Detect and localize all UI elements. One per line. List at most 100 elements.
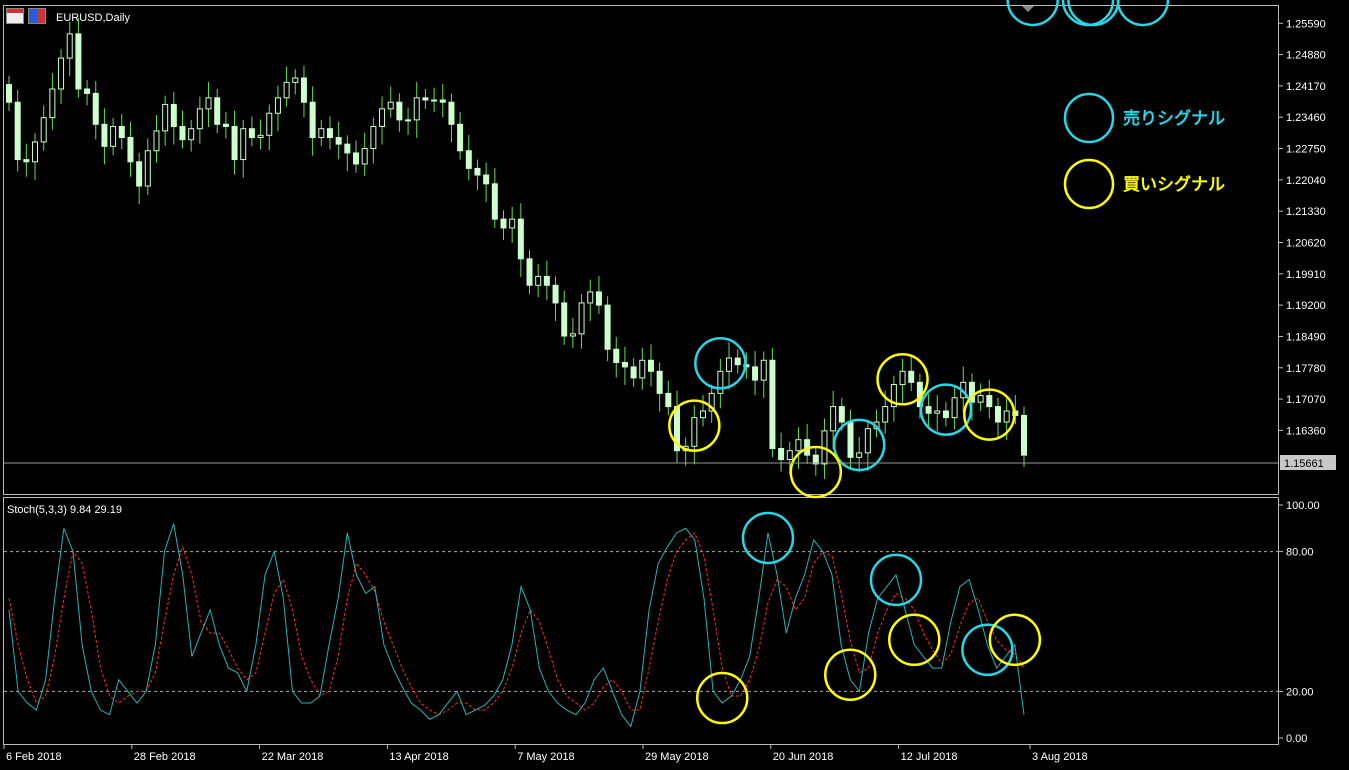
signal-circles <box>668 0 1170 725</box>
candle-body <box>786 450 793 461</box>
candle-body <box>66 33 73 59</box>
candle-body <box>326 128 333 139</box>
candle-body <box>379 108 386 127</box>
candle-body <box>934 410 941 414</box>
candle-body <box>847 421 854 458</box>
price-panel-frame <box>3 5 1279 495</box>
candle-body <box>257 134 264 139</box>
current-price-label: 1.15661 <box>1284 458 1324 470</box>
stoch-sell-circle <box>741 511 795 565</box>
candle-body <box>396 101 403 121</box>
time-axis: 6 Feb 2018 28 Feb 2018 22 Mar 2018 13 Apr 2… <box>3 744 1088 763</box>
candle-body <box>309 101 316 139</box>
candle-body <box>370 125 377 150</box>
candle-body <box>84 88 91 94</box>
time-tick-label: 13 Apr 2018 <box>389 751 448 763</box>
candle-body <box>994 406 1001 423</box>
legend-sell-label: 売りシグナル <box>1123 108 1225 129</box>
stochastic-lines <box>8 523 1025 728</box>
price-tick-label: 1.23460 <box>1286 112 1326 124</box>
candle-body <box>951 397 958 419</box>
candle-body <box>118 125 125 139</box>
candle-body <box>543 275 550 286</box>
candle-body <box>422 97 429 101</box>
candle-body <box>40 117 47 143</box>
candle-body <box>535 275 542 286</box>
price-tick-label: 1.19200 <box>1286 300 1326 312</box>
price-tick-label: 1.16360 <box>1286 425 1326 437</box>
candle-body <box>240 128 247 161</box>
candle-body <box>899 370 906 386</box>
scroll-marker-icon[interactable] <box>1022 6 1034 12</box>
legend-buy-circle <box>1063 158 1115 210</box>
candle-body <box>387 101 394 110</box>
price-axis: 1.25590 1.24880 1.24170 1.23460 1.22750 1.220… <box>1278 18 1326 437</box>
candle-body <box>188 128 195 141</box>
candle-body <box>23 159 30 163</box>
symbol-label: EURUSD,Daily <box>56 12 130 24</box>
candle-body <box>162 103 169 132</box>
candle-body <box>248 128 255 139</box>
candle-body <box>144 150 151 187</box>
time-tick-label: 7 May 2018 <box>517 751 574 763</box>
candle-body <box>353 152 360 165</box>
candle-body <box>526 258 533 286</box>
time-tick-label: 6 Feb 2018 <box>6 751 62 763</box>
price-tick-label: 1.24880 <box>1286 50 1326 62</box>
stoch-buy-circle <box>988 613 1042 667</box>
candle-body <box>647 359 654 372</box>
candle-body <box>300 77 307 103</box>
candle-body <box>509 218 516 229</box>
candle-body <box>170 103 177 127</box>
stoch-buy-circle <box>888 613 941 667</box>
candle-body <box>691 417 698 447</box>
candle-body <box>465 150 472 169</box>
stoch-sell-circle <box>1116 0 1170 27</box>
candle-body <box>14 101 21 161</box>
candle-body <box>58 57 65 90</box>
candle-body <box>136 161 143 187</box>
stoch-k-line <box>8 523 1025 728</box>
candle-body <box>6 84 12 103</box>
price-tick-label: 1.19910 <box>1286 269 1326 281</box>
candle-body <box>231 125 238 161</box>
candle-body <box>856 452 863 458</box>
candle-body <box>474 167 481 176</box>
candle-body <box>665 392 672 408</box>
candle-body <box>457 123 464 152</box>
price-tick-label: 1.25590 <box>1286 18 1326 30</box>
time-tick-label: 28 Feb 2018 <box>134 751 196 763</box>
candle-body <box>205 97 212 110</box>
stoch-buy-circle <box>695 671 749 725</box>
trading-chart[interactable]: EURUSD,Daily Stoch(5,3,3) 9.84 29.19 1.2… <box>0 0 1349 770</box>
candle-body <box>700 410 707 419</box>
candle-body <box>630 366 637 379</box>
candle-body <box>344 143 351 154</box>
candle-body <box>335 137 342 145</box>
time-tick-label: 20 Jun 2018 <box>773 751 834 763</box>
candle-body <box>431 99 438 102</box>
candle-body <box>908 370 915 383</box>
candle-body <box>925 406 932 414</box>
candle-body <box>604 304 611 350</box>
candle-body <box>769 359 776 450</box>
candle-body <box>222 123 229 127</box>
candle-body <box>760 359 767 381</box>
candle-body <box>405 119 412 122</box>
candle-body <box>639 359 646 379</box>
stoch-sell-circle <box>869 553 923 607</box>
candle-body <box>49 88 56 119</box>
candle-body <box>882 406 889 423</box>
stoch-tick-label: 80.00 <box>1286 547 1314 559</box>
time-tick-label: 29 May 2018 <box>645 751 709 763</box>
price-tick-label: 1.22750 <box>1286 144 1326 156</box>
candle-body <box>274 97 281 114</box>
candle-body <box>179 125 186 141</box>
candle-body <box>613 348 620 363</box>
candle-body <box>726 357 733 372</box>
time-tick-label: 22 Mar 2018 <box>262 751 324 763</box>
candle-body <box>864 428 871 454</box>
candle-body <box>587 291 594 304</box>
candle-body <box>552 284 559 304</box>
price-tick-label: 1.18490 <box>1286 331 1326 343</box>
